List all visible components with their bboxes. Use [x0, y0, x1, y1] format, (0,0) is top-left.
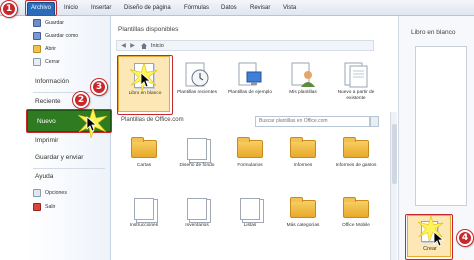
- document-stack-icon: [187, 198, 207, 220]
- mouse-cursor-icon: [433, 231, 445, 247]
- category-mas-categorias[interactable]: Más categorías: [277, 194, 329, 240]
- informacion-item[interactable]: Información: [35, 78, 69, 85]
- category-cartas[interactable]: Cartas: [118, 134, 170, 180]
- scrollbar-thumb[interactable]: [392, 124, 397, 184]
- save-as-icon: [33, 32, 41, 40]
- new-from-existing-icon: [344, 62, 368, 88]
- folder-icon: [290, 197, 316, 218]
- salir-label: Salir: [45, 204, 56, 210]
- category-label: Instrucciones: [129, 223, 159, 228]
- step-marker-1: 1: [1, 1, 17, 17]
- exit-icon: [33, 203, 41, 211]
- category-label: Informes de gastos: [335, 163, 377, 168]
- category-inventarios[interactable]: Inventarios: [171, 194, 223, 240]
- folder-icon: [237, 137, 263, 158]
- template-label: Mis plantillas: [289, 90, 317, 95]
- clock-icon: [185, 62, 209, 87]
- guardar-como-item[interactable]: Guardar como: [33, 31, 78, 41]
- template-recientes[interactable]: Plantillas recientes: [171, 56, 223, 112]
- backstage-nav: Guardar Guardar como Abrir Cerrar Inform…: [27, 16, 111, 260]
- step-marker-4: 4: [457, 230, 473, 246]
- template-label: Nuevo a partir de existente: [337, 90, 375, 101]
- tab-datos[interactable]: Datos: [221, 3, 237, 15]
- document-stack-icon: [187, 138, 207, 160]
- category-label: Listas: [243, 223, 257, 228]
- guardar-label: Guardar: [45, 20, 65, 26]
- close-document-icon: [33, 58, 41, 66]
- tab-vista[interactable]: Vista: [283, 3, 296, 15]
- category-label: Cartas: [136, 163, 152, 168]
- template-search-input[interactable]: Buscar plantillas en Office.com: [255, 116, 370, 127]
- folder-icon: [290, 137, 316, 158]
- folder-icon: [131, 137, 157, 158]
- guardar-item[interactable]: Guardar: [33, 18, 64, 28]
- templates-pane: Plantillas disponibles ◀ ▶ Inicio Libro …: [112, 16, 397, 260]
- save-icon: [33, 19, 41, 27]
- template-ejemplo[interactable]: Plantillas de ejemplo: [224, 56, 276, 112]
- preview-title: Libro en blanco: [411, 29, 456, 36]
- folder-icon: [343, 197, 369, 218]
- mouse-cursor-icon: [86, 116, 98, 132]
- tab-formulas[interactable]: Fórmulas: [184, 3, 209, 15]
- cerrar-label: Cerrar: [45, 59, 60, 65]
- document-stack-icon: [134, 198, 154, 220]
- template-label: Plantillas de ejemplo: [228, 90, 272, 95]
- category-label: Informes: [293, 163, 313, 168]
- back-arrow-icon[interactable]: ◀: [120, 43, 127, 49]
- templates-title: Plantillas disponibles: [118, 26, 179, 33]
- category-informes-gastos[interactable]: Informes de gastos: [330, 134, 382, 180]
- sample-templates-icon: [238, 62, 262, 86]
- ayuda-item[interactable]: Ayuda: [35, 173, 53, 180]
- blank-workbook-preview: [415, 46, 467, 206]
- category-office-mobile[interactable]: Office Mobile: [330, 194, 382, 240]
- home-icon[interactable]: [141, 43, 147, 49]
- divider: [33, 168, 105, 169]
- template-nuevo-existente[interactable]: Nuevo a partir de existente: [330, 56, 382, 112]
- category-listas[interactable]: Listas: [224, 194, 276, 240]
- checklist-icon: [240, 198, 260, 220]
- opciones-item[interactable]: Opciones: [33, 188, 67, 198]
- step-marker-2: 2: [73, 92, 89, 108]
- office-templates-heading: Plantillas de Office.com: [121, 117, 184, 123]
- template-label: Plantillas recientes: [177, 90, 217, 95]
- salir-item[interactable]: Salir: [33, 202, 55, 212]
- category-label: Inventarios: [185, 223, 209, 228]
- options-icon: [33, 189, 41, 197]
- ribbon-tab-bar: Archivo Inicio Insertar Diseño de página…: [0, 0, 474, 16]
- category-instrucciones[interactable]: Instrucciones: [118, 194, 170, 240]
- cerrar-item[interactable]: Cerrar: [33, 57, 60, 67]
- tab-insertar[interactable]: Insertar: [91, 3, 111, 15]
- template-mis-plantillas[interactable]: Mis plantillas: [277, 56, 329, 112]
- templates-scrollbar[interactable]: [390, 112, 397, 260]
- abrir-label: Abrir: [45, 46, 56, 52]
- step-marker-3: 3: [91, 79, 107, 95]
- folder-icon: [343, 137, 369, 158]
- my-templates-icon: [291, 62, 315, 87]
- guardar-enviar-item[interactable]: Guardar y enviar: [35, 154, 83, 161]
- tab-diseno-pagina[interactable]: Diseño de página: [124, 3, 171, 15]
- category-label: Diseño de fondo: [179, 163, 215, 168]
- category-informes[interactable]: Informes: [277, 134, 329, 180]
- imprimir-item[interactable]: Imprimir: [35, 137, 58, 144]
- abrir-item[interactable]: Abrir: [33, 44, 56, 54]
- mouse-cursor-icon: [140, 72, 152, 88]
- category-formularios[interactable]: Formularios: [224, 134, 276, 180]
- forward-arrow-icon[interactable]: ▶: [129, 43, 136, 49]
- category-label: Más categorías: [286, 223, 320, 228]
- nav-home-label[interactable]: Inicio: [151, 43, 164, 49]
- highlight-archivo: [25, 0, 57, 16]
- category-label: Office Mobile: [342, 223, 370, 228]
- search-arrow-icon[interactable]: [370, 116, 379, 127]
- opciones-label: Opciones: [45, 190, 67, 196]
- category-label: Formularios: [237, 163, 263, 168]
- reciente-item[interactable]: Reciente: [35, 98, 61, 105]
- tab-revisar[interactable]: Revisar: [250, 3, 270, 15]
- template-nav-bar: ◀ ▶ Inicio: [116, 40, 374, 51]
- category-diseno-fondo[interactable]: Diseño de fondo: [171, 134, 223, 180]
- open-folder-icon: [33, 45, 41, 53]
- guardar-como-label: Guardar como: [45, 33, 79, 39]
- tab-inicio[interactable]: Inicio: [64, 3, 78, 15]
